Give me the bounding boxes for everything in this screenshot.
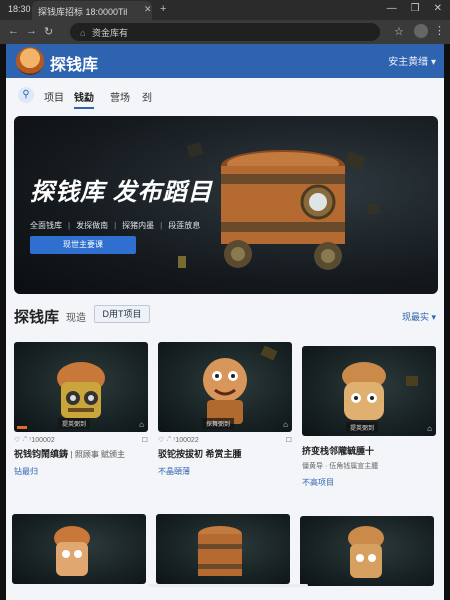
hero-feature[interactable]: 发探做南 [68,220,108,231]
hero-title: 探钱库 发布蹈目 [30,179,213,206]
web-page: 探钱库 安主黄缙 ▾ ⚲ 项目 钱勐 营场 刭 探钱库 发布蹈目 全面钱库 | … [6,44,444,600]
hero-feature[interactable]: 探猪内墨 [114,220,154,231]
hero-cta-button[interactable]: 现世主要课 [30,236,136,254]
device-frame: 18:30 探钱库招标 18:0000Til ✕ + — ❐ ✕ ← → ↻ ⌂… [0,0,450,600]
profile-avatar[interactable] [414,24,428,38]
brand-name[interactable]: 探钱库 [50,51,98,75]
browser-tab[interactable]: 探钱库招标 18:0000Til [32,1,152,20]
new-tab-icon[interactable]: + [160,3,166,15]
card-title[interactable]: 挤变栈邻隴毓腫十 [302,444,436,457]
card-title-sub: 僵黄导 · 伍角钱属宣主腫 [302,463,379,470]
tab-title: 探钱库招标 18:0000Til [38,7,128,17]
card-link[interactable]: 钻最归 [14,466,148,477]
card-link[interactable]: 不高项目 [302,477,436,488]
card-meta-stats: ♡ ·˜ ⁷100022 [158,437,199,444]
project-card[interactable]: 提英弼到 ⌂ 挤变栈邻隴毓腫十 僵黄导 · 伍角钱属宣主腫 不高项目 [302,346,436,488]
mascot-logo[interactable] [16,47,44,75]
section-filter-button[interactable]: D用T项目 [94,305,150,323]
sort-dropdown[interactable]: 现最实 ▾ [402,310,436,323]
scroll-indicator[interactable] [148,584,308,587]
card-tag: 提英弼到 [58,418,91,429]
reload-icon[interactable]: ↻ [44,25,53,38]
bookmark-icon[interactable]: ⌂ [139,420,144,429]
card-meta-stats: ♡ ·˜ ⁷100002 [14,437,55,444]
hero-banner: 探钱库 发布蹈目 全面钱库 发探做南 探猪内墨 段莲放息 现世主要课 [14,116,438,294]
card-thumbnail[interactable]: 提英弼到 ⌂ [302,346,436,436]
card-title[interactable]: 祝钱钧鬧缜鋳 | 照顾事 赋颁主 [14,447,148,460]
nav-tabs: ⚲ 项目 钱勐 营场 刭 [6,78,444,112]
card-thumbnail[interactable]: 提英弼到 ⌂ [14,342,148,432]
card-tag: 提英弼到 [346,422,379,433]
browser-menu-icon[interactable]: ⋮ [434,24,445,37]
card-title-text: 挤变栈邻隴毓腫十 [302,446,375,456]
home-icon: ⌂ [80,28,86,38]
card-title[interactable]: 驳铊按拔初 希赏主腫 [158,447,292,460]
card-meta: ♡ ·˜ ⁷100022 ☐ [158,436,292,444]
address-bar[interactable]: ⌂ 资金库有 [70,23,380,41]
card-link[interactable]: 不晶頤薄 [158,466,292,477]
bookmark-icon[interactable]: ⌂ [283,420,288,429]
barrel-image [198,526,242,576]
section-header: 探钱库 现造 D用T项目 现最实 ▾ [14,302,438,328]
tab-market[interactable]: 营场 [110,89,130,104]
hero-feature[interactable]: 全面钱库 [30,220,62,231]
card-thumbnail[interactable] [12,514,146,584]
treasure-barrel-illustration [178,142,380,270]
card-title-text: 祝钱钧鬧缜鋳 [14,449,69,459]
card-meta: ♡ ·˜ ⁷100002 ☐ [14,436,148,444]
project-card[interactable]: 探舞弼到 ⌂ ♡ ·˜ ⁷100022 ☐ 驳铊按拔初 希赏主腫 不晶頤薄 [158,342,292,477]
card-thumbnail[interactable] [156,514,290,584]
browser-tabbar: 18:30 探钱库招标 18:0000Til ✕ + — ❐ ✕ [0,0,450,20]
card-meta-icon[interactable]: ☐ [142,436,148,444]
search-icon[interactable]: ⚲ [18,87,34,103]
browser-toolbar: ← → ↻ ⌂ 资金库有 ☆ ⋮ [0,20,450,44]
card-meta-icon[interactable]: ☐ [286,436,292,444]
section-title: 探钱库 [14,309,60,326]
hero-feature-list: 全面钱库 发探做南 探猪内墨 段莲放息 [30,220,200,231]
card-tag: 探舞弼到 [202,418,235,429]
app-header: 探钱库 安主黄缙 ▾ [6,44,444,78]
robot-mascot-image [54,526,90,576]
bookmark-star-icon[interactable]: ☆ [394,25,404,38]
bookmark-icon[interactable]: ⌂ [427,424,432,433]
card-title-text: 驳铊按拔初 希赏主腫 [158,449,242,459]
window-controls: — ❐ ✕ [387,3,442,14]
card-thumbnail[interactable] [300,516,434,586]
status-time: 18:30 [8,4,31,14]
tab-other[interactable]: 刭 [142,89,152,104]
tab-close-icon[interactable]: ✕ [144,4,152,15]
card-meta: 僵黄导 · 伍角钱属宣主腫 [302,461,436,471]
card-title-sub: | 照顾事 赋颁主 [70,450,126,459]
hero-feature[interactable]: 段莲放息 [160,220,200,231]
maximize-icon[interactable]: ❐ [411,3,420,14]
progress-marker [17,426,27,429]
back-icon[interactable]: ← [8,25,19,37]
card-thumbnail[interactable]: 探舞弼到 ⌂ [158,342,292,432]
close-window-icon[interactable]: ✕ [434,3,442,14]
url-text: 资金库有 [91,28,128,38]
project-card[interactable]: 提英弼到 ⌂ ♡ ·˜ ⁷100002 ☐ 祝钱钧鬧缜鋳 | 照顾事 赋颁主 钻… [14,342,148,477]
forward-icon[interactable]: → [26,25,37,37]
tab-projects[interactable]: 项目 [44,89,64,104]
robot-mascot-image [348,526,384,578]
tab-active[interactable]: 钱勐 [74,89,94,109]
section-subtitle: 现造 [66,313,86,324]
user-menu[interactable]: 安主黄缙 ▾ [388,53,436,68]
minimize-icon[interactable]: — [387,3,397,14]
